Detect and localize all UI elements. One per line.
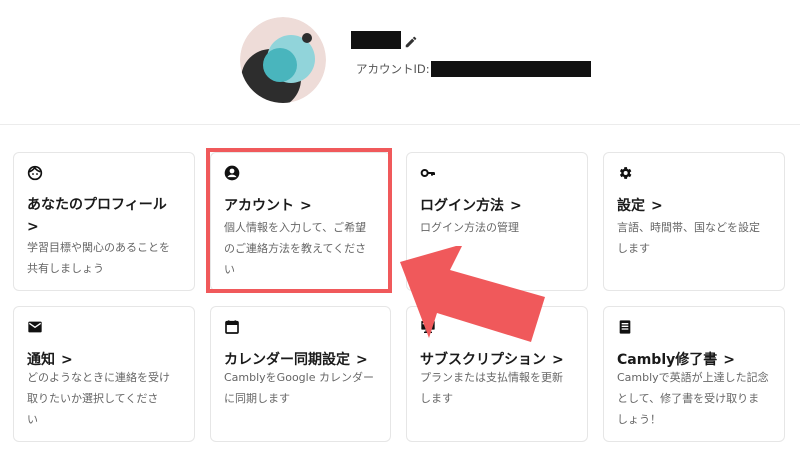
chevron-right-icon: > (27, 219, 39, 235)
desc-line: として、修了書を受け取りま (617, 392, 760, 405)
card-settings[interactable]: 設定 > 言語、時間帯、国などを設定 します (603, 152, 785, 291)
card-notifications-desc: どのようなときに連絡を受け 取りたいか選択してくださ い (27, 367, 180, 430)
chevron-right-icon: > (356, 352, 368, 368)
document-icon (617, 319, 633, 335)
desc-line: 学習目標や関心のあることを (27, 241, 170, 254)
key-icon (420, 165, 436, 181)
pointer-arrow-icon (400, 246, 545, 342)
card-login-desc: ログイン方法の管理 (420, 217, 573, 238)
card-title: あなたのプロフィール (27, 197, 167, 213)
desc-line: どのようなときに連絡を受け (27, 371, 170, 384)
card-title: カレンダー同期設定 (224, 352, 350, 368)
desc-line: 共有しましょう (27, 262, 104, 275)
account-circle-icon (224, 165, 240, 181)
desc-line: しょう！ (617, 413, 661, 426)
card-title: 通知 (27, 352, 55, 368)
card-account-title: アカウント > (224, 195, 382, 217)
card-certificate-desc: Camblyで英語が上達した記念 として、修了書を受け取りま しょう！ (617, 367, 770, 430)
card-profile-title: あなたのプロフィール > (27, 194, 186, 238)
card-calendar-desc: CamblyをGoogle カレンダー に同期します (224, 367, 376, 409)
card-title: アカウント (224, 198, 294, 214)
profile-header: アカウントID: (0, 0, 800, 124)
chevron-right-icon: > (723, 352, 735, 368)
card-login-title: ログイン方法 > (420, 195, 579, 217)
card-notifications[interactable]: 通知 > どのようなときに連絡を受け 取りたいか選択してくださ い (13, 306, 195, 442)
account-id-row: アカウントID: (356, 61, 591, 77)
chevron-right-icon: > (300, 198, 312, 214)
calendar-icon (224, 319, 240, 335)
desc-line: ログイン方法の管理 (420, 221, 519, 234)
chevron-right-icon: > (510, 198, 522, 214)
card-settings-desc: 言語、時間帯、国などを設定 します (617, 217, 770, 259)
desc-line: します (617, 242, 650, 255)
card-title: サブスクリプション (420, 352, 546, 368)
account-id-redacted (430, 61, 591, 77)
desc-line: プランまたは支払情報を更新 (420, 371, 563, 384)
card-subscription-desc: プランまたは支払情報を更新 します (420, 367, 573, 409)
desc-line: のご連絡方法を教えてくださ (224, 242, 367, 255)
desc-line: Camblyで英語が上達した記念 (617, 371, 769, 384)
chevron-right-icon: > (552, 352, 564, 368)
card-account-desc: 個人情報を入力して、ご希望 のご連絡方法を教えてくださ い (224, 217, 376, 280)
account-id-label: アカウントID: (356, 62, 430, 76)
desc-line: 個人情報を入力して、ご希望 (224, 221, 367, 234)
desc-line: に同期します (224, 392, 290, 405)
card-certificate[interactable]: Cambly修了書 > Camblyで英語が上達した記念 として、修了書を受け取り… (603, 306, 785, 442)
desc-line: い (27, 413, 38, 426)
pencil-edit-icon[interactable] (404, 34, 418, 48)
card-title: 設定 (617, 198, 645, 214)
card-account[interactable]: アカウント > 個人情報を入力して、ご希望 のご連絡方法を教えてくださ い (210, 152, 391, 291)
card-profile-desc: 学習目標や関心のあることを 共有しましょう (27, 237, 180, 279)
desc-line: CamblyをGoogle カレンダー (224, 371, 374, 384)
avatar[interactable] (240, 17, 326, 103)
desc-line: します (420, 392, 453, 405)
desc-line: い (224, 263, 235, 276)
gear-icon (617, 165, 633, 181)
card-profile[interactable]: あなたのプロフィール > 学習目標や関心のあることを 共有しましょう (13, 152, 195, 291)
card-calendar[interactable]: カレンダー同期設定 > CamblyをGoogle カレンダー に同期します (210, 306, 391, 442)
mail-icon (27, 319, 43, 335)
chevron-right-icon: > (651, 198, 663, 214)
user-name-redacted (351, 31, 401, 49)
desc-line: 取りたいか選択してくださ (27, 392, 159, 405)
card-title: ログイン方法 (420, 198, 504, 214)
smiley-face-icon (27, 165, 43, 181)
desc-line: 言語、時間帯、国などを設定 (617, 221, 760, 234)
card-settings-title: 設定 > (617, 195, 776, 217)
header-divider (0, 124, 800, 125)
card-title: Cambly修了書 (617, 352, 718, 368)
chevron-right-icon: > (61, 352, 73, 368)
